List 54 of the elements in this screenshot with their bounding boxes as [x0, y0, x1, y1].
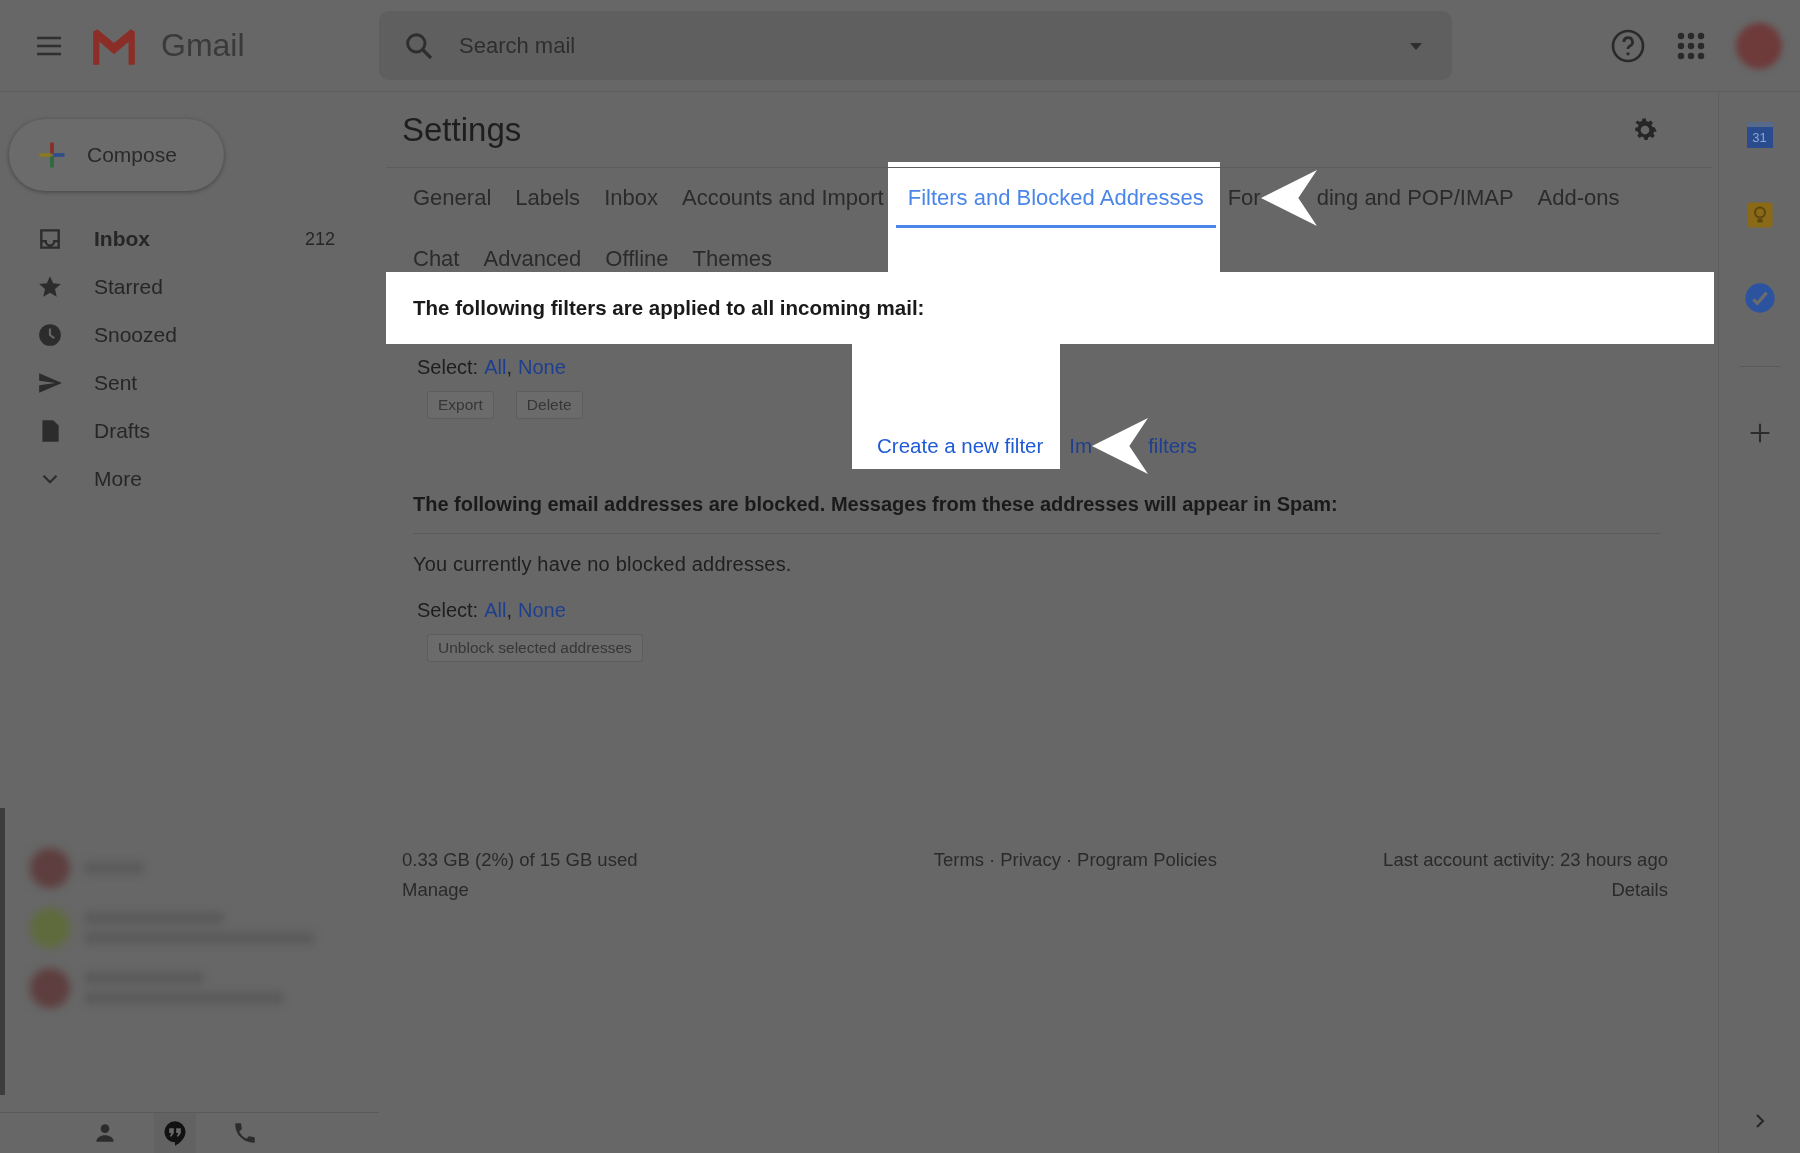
- nav-item[interactable]: Inbox 212: [0, 215, 379, 263]
- select-link[interactable]: All: [484, 598, 507, 622]
- avatar[interactable]: [1736, 22, 1782, 69]
- settings-tab[interactable]: Themes: [680, 228, 784, 272]
- unread-count: 212: [304, 228, 335, 250]
- manage-link[interactable]: Manage: [402, 879, 638, 901]
- separator: ,: [506, 598, 512, 622]
- select-label: Select:: [417, 355, 479, 379]
- account-activity: Last account activity: 23 hours ago: [1383, 849, 1668, 871]
- separator: ·: [1065, 849, 1073, 872]
- settings-tab[interactable]: Labels: [503, 168, 593, 228]
- filter-link[interactable]: Create a new filter: [877, 418, 1044, 474]
- settings-tab[interactable]: Inbox: [592, 168, 670, 228]
- calendar-icon[interactable]: 31: [1746, 122, 1773, 148]
- settings-tab[interactable]: Accounts and Import: [669, 168, 896, 228]
- settings-tab[interactable]: Chat: [401, 228, 472, 272]
- empty-message: You currently have no blocked addresses.: [412, 551, 793, 577]
- checkmark-circle-icon[interactable]: [1743, 282, 1776, 314]
- plus-icon: [37, 140, 67, 170]
- pointer-arrow: [1260, 170, 1317, 226]
- footer-link[interactable]: Terms: [933, 849, 985, 901]
- section-heading: The following filters are applied to all incoming mail:: [386, 272, 1714, 344]
- settings-tab[interactable]: Filters and Blocked Addresses: [895, 168, 1216, 228]
- separator: ·: [989, 849, 996, 872]
- clock-icon: [37, 322, 63, 348]
- apps-grid-icon[interactable]: [1676, 30, 1706, 61]
- select-link[interactable]: None: [517, 598, 566, 622]
- details-link[interactable]: Details: [1611, 879, 1668, 901]
- compose-button[interactable]: Compose: [9, 119, 224, 191]
- filter-link[interactable]: Im filters: [1069, 418, 1198, 474]
- help-icon[interactable]: [1610, 27, 1646, 64]
- inbox-icon: [37, 226, 63, 252]
- separator: ,: [506, 355, 512, 379]
- storage-usage: 0.33 GB (2%) of 15 GB used: [402, 849, 638, 871]
- nav-item[interactable]: Starred: [0, 263, 379, 311]
- nav-item[interactable]: Snoozed: [0, 311, 379, 359]
- settings-tab[interactable]: Add-ons: [1525, 168, 1632, 228]
- select-link[interactable]: All: [484, 355, 507, 379]
- nav-item[interactable]: Sent: [0, 359, 379, 407]
- settings-tab[interactable]: Offline: [593, 228, 681, 272]
- footer-link[interactable]: Program Policies: [1077, 849, 1217, 901]
- select-link[interactable]: None: [517, 355, 566, 379]
- section-heading: The following email addresses are blocked. Messages from these addresses will appear in Spam:: [413, 481, 1660, 534]
- page-title: Settings: [402, 110, 522, 149]
- settings-tab[interactable]: For ding and POP/IMAP: [1215, 168, 1526, 228]
- select-label: Select:: [417, 598, 479, 622]
- nav-item[interactable]: Drafts: [0, 407, 379, 455]
- pointer-arrow: [1092, 418, 1149, 474]
- footer-link[interactable]: Privacy: [1000, 849, 1061, 901]
- send-icon: [37, 370, 63, 396]
- star-icon: [37, 274, 63, 300]
- nav-item[interactable]: More: [0, 455, 379, 503]
- settings-tab[interactable]: Advanced: [471, 228, 594, 272]
- settings-tab[interactable]: General: [401, 168, 504, 228]
